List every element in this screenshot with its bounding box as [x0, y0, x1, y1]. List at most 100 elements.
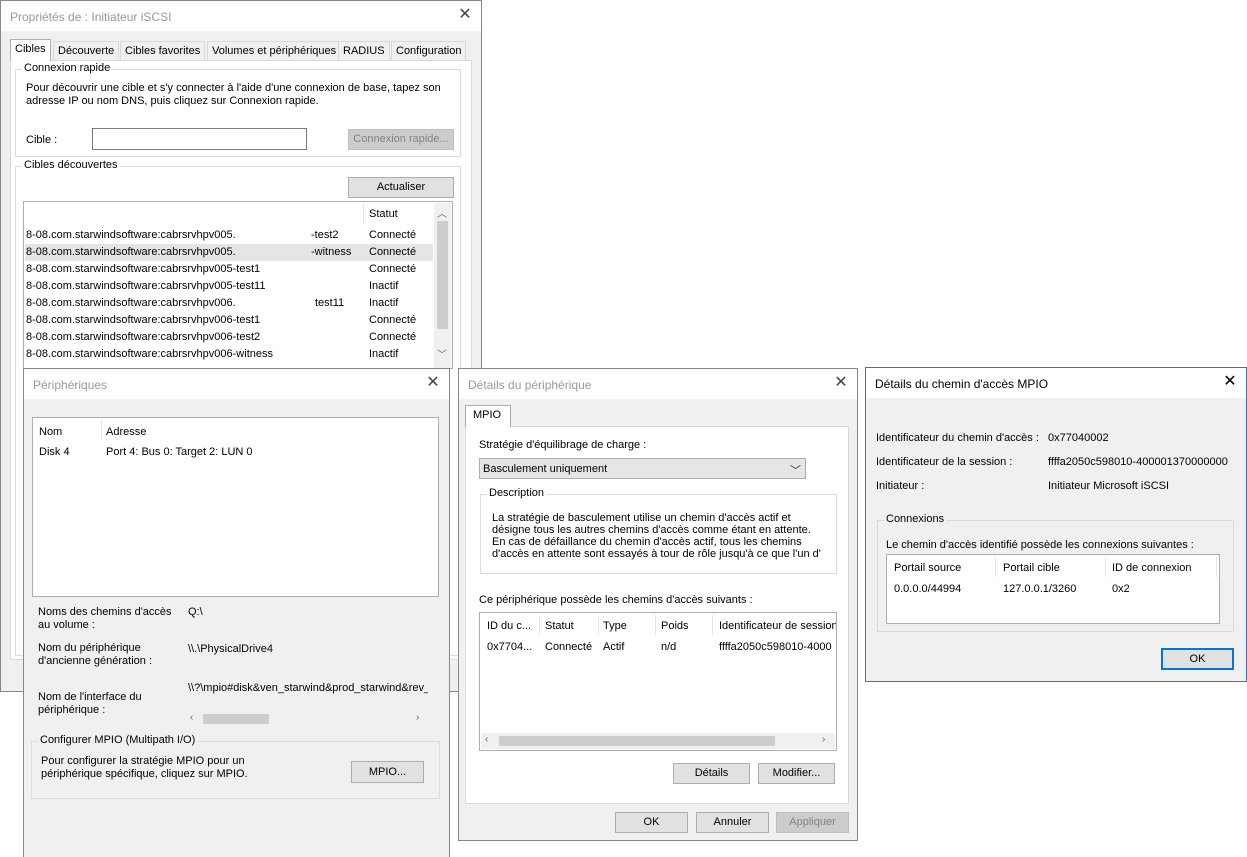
discovered-targets-list[interactable]: Statut 8-08.com.starwindsoftware:cabrsrv… [23, 201, 453, 369]
interface-value-box: \\?\mpio#disk&ven_starwind&prod_starwind… [188, 682, 428, 697]
apply-button[interactable]: Appliquer [776, 812, 849, 833]
column-header-target-portal[interactable]: Portail cible [1003, 562, 1060, 574]
close-icon[interactable]: ✕ [425, 375, 441, 391]
scroll-left-icon[interactable]: ‹ [190, 712, 193, 723]
tab-radius[interactable]: RADIUS [338, 41, 390, 60]
target-row[interactable]: 8-08.com.starwindsoftware:cabrsrvhpv005-… [25, 278, 433, 295]
target-name: 8-08.com.starwindsoftware:cabrsrvhpv006. [26, 297, 236, 309]
column-header-session-id[interactable]: Identificateur de session [719, 620, 836, 632]
tab-volumes-peripheriques[interactable]: Volumes et périphériques [207, 41, 342, 60]
target-row[interactable]: 8-08.com.starwindsoftware:cabrsrvhpv005.… [25, 227, 433, 244]
ok-button[interactable]: OK [615, 812, 688, 833]
iscsi-window-title: Propriétés de : Initiateur iSCSI [10, 10, 172, 24]
connections-label: Connexions [884, 513, 947, 525]
tab-cibles-favorites[interactable]: Cibles favorites [120, 41, 206, 60]
interface-value: \\?\mpio#disk&ven_starwind&prod_starwind… [188, 682, 428, 694]
device-address: Port 4: Bus 0: Target 2: LUN 0 [106, 446, 253, 458]
scroll-left-icon[interactable]: ‹ [485, 734, 488, 745]
column-header-name[interactable]: Nom [39, 426, 62, 438]
connection-row[interactable]: 0.0.0.0/44994 127.0.0.1/3260 0x2 [887, 582, 1219, 599]
target-row[interactable]: 8-08.com.starwindsoftware:cabrsrvhpv006.… [25, 295, 433, 312]
target-row[interactable]: 8-08.com.starwindsoftware:cabrsrvhpv006-… [25, 346, 433, 363]
devices-window: Périphériques ✕ Nom Adresse Disk 4 Port … [24, 369, 449, 857]
path-type: Actif [603, 641, 625, 653]
column-header-path-id[interactable]: ID du c... [487, 620, 531, 632]
load-balance-select[interactable]: Basculement uniquement ﹀ [479, 458, 806, 479]
column-header-status[interactable]: Statut [545, 620, 574, 632]
column-divider [712, 615, 713, 635]
devices-list[interactable]: Nom Adresse Disk 4 Port 4: Bus 0: Target… [32, 417, 439, 597]
details-button[interactable]: Détails [673, 763, 750, 784]
column-header-connection-id[interactable]: ID de connexion [1112, 562, 1192, 574]
path-id-value: 0x77040002 [1048, 432, 1109, 444]
edit-button[interactable]: Modifier... [758, 763, 835, 784]
connections-desc: Le chemin d'accès identifié possède les … [886, 539, 1194, 551]
target-row[interactable]: 8-08.com.starwindsoftware:cabrsrvhpv006-… [25, 329, 433, 346]
scroll-thumb[interactable] [203, 714, 269, 724]
target-name: 8-08.com.starwindsoftware:cabrsrvhpv005. [26, 229, 236, 241]
column-header-address[interactable]: Adresse [106, 426, 146, 438]
scroll-thumb[interactable] [437, 221, 448, 329]
close-icon[interactable]: ✕ [457, 7, 473, 23]
scroll-thumb[interactable] [499, 736, 775, 746]
initiator-label: Initiateur : [876, 480, 925, 492]
column-header-type[interactable]: Type [603, 620, 627, 632]
mpio-button[interactable]: MPIO... [351, 761, 424, 783]
path-row[interactable]: 0x7704... Connecté Actif n/d ffffa2050c5… [480, 640, 836, 657]
target-row[interactable]: 8-08.com.starwindsoftware:cabrsrvhpv005.… [25, 244, 433, 261]
scroll-right-icon[interactable]: › [822, 734, 825, 745]
mpio-path-window: Détails du chemin d'accès MPIO ✕ Identif… [866, 368, 1246, 681]
quick-connect-button[interactable]: Connexion rapide... [348, 129, 454, 150]
quick-connect-desc-1: Pour découvrir une cible et s'y connecte… [26, 82, 441, 94]
device-details-tabstrip: MPIO [465, 405, 565, 427]
tab-mpio[interactable]: MPIO [465, 405, 511, 427]
path-id: 0x7704... [487, 641, 533, 653]
scroll-right-icon[interactable]: › [416, 712, 419, 723]
column-header-status[interactable]: Statut [369, 208, 398, 220]
scroll-down-icon[interactable]: ﹀ [437, 346, 447, 361]
target-row[interactable]: 8-08.com.starwindsoftware:cabrsrvhpv005-… [25, 261, 433, 278]
description-line-4: d'accès en attente sont essayés à tour d… [492, 548, 821, 560]
target-status: Connecté [369, 314, 417, 326]
cancel-button[interactable]: Annuler [696, 812, 769, 833]
ok-button[interactable]: OK [1161, 648, 1234, 670]
paths-list[interactable]: ID du c... Statut Type Poids Identificat… [479, 612, 837, 751]
list-scrollbar[interactable]: ︿ ﹀ [434, 203, 451, 368]
close-icon[interactable]: ✕ [833, 375, 849, 391]
target-name-suffix: -witness [311, 246, 352, 258]
scroll-up-icon[interactable]: ︿ [437, 205, 447, 220]
load-balance-value: Basculement uniquement [483, 463, 608, 475]
path-weight: n/d [661, 641, 677, 653]
target-status: Connecté [369, 229, 417, 241]
interface-label-1: Nom de l'interface du [38, 691, 142, 703]
column-divider [655, 615, 656, 635]
target-row[interactable]: 8-08.com.starwindsoftware:cabrsrvhpv006-… [25, 312, 433, 329]
column-header-source-portal[interactable]: Portail source [894, 562, 961, 574]
chevron-down-icon: ﹀ [790, 465, 801, 477]
device-row[interactable]: Disk 4 Port 4: Bus 0: Target 2: LUN 0 [33, 444, 438, 461]
paths-header: ID du c... Statut Type Poids Identificat… [480, 613, 836, 638]
column-divider [539, 615, 540, 635]
target-name: 8-08.com.starwindsoftware:cabrsrvhpv005. [26, 246, 236, 258]
quick-connect-label: Connexion rapide [22, 62, 113, 74]
mpio-path-titlebar: Détails du chemin d'accès MPIO ✕ [866, 368, 1246, 398]
target-name: 8-08.com.starwindsoftware:cabrsrvhpv006-… [26, 314, 261, 326]
target-input[interactable] [92, 128, 307, 150]
connections-list[interactable]: Portail source Portail cible ID de conne… [886, 554, 1220, 624]
close-icon[interactable]: ✕ [1222, 374, 1238, 390]
volume-paths-value: Q:\ [188, 606, 203, 618]
target-name-suffix: -test2 [311, 229, 339, 241]
target-status: Inactif [369, 297, 399, 309]
column-header-weight[interactable]: Poids [661, 620, 689, 632]
column-divider [598, 615, 599, 635]
tab-configuration[interactable]: Configuration [391, 41, 467, 60]
device-details-window: Détails du périphérique ✕ MPIO Stratégie… [459, 369, 857, 840]
initiator-value: Initiateur Microsoft iSCSI [1048, 480, 1170, 492]
source-portal: 0.0.0.0/44994 [894, 583, 962, 595]
tab-decouverte[interactable]: Découverte [53, 41, 120, 60]
paths-hscrollbar[interactable]: ‹ › [481, 733, 835, 749]
refresh-button[interactable]: Actualiser [348, 177, 454, 198]
interface-hscrollbar[interactable]: ‹ › [188, 711, 428, 727]
target-status: Connecté [369, 246, 417, 258]
tab-cibles[interactable]: Cibles [10, 39, 51, 61]
